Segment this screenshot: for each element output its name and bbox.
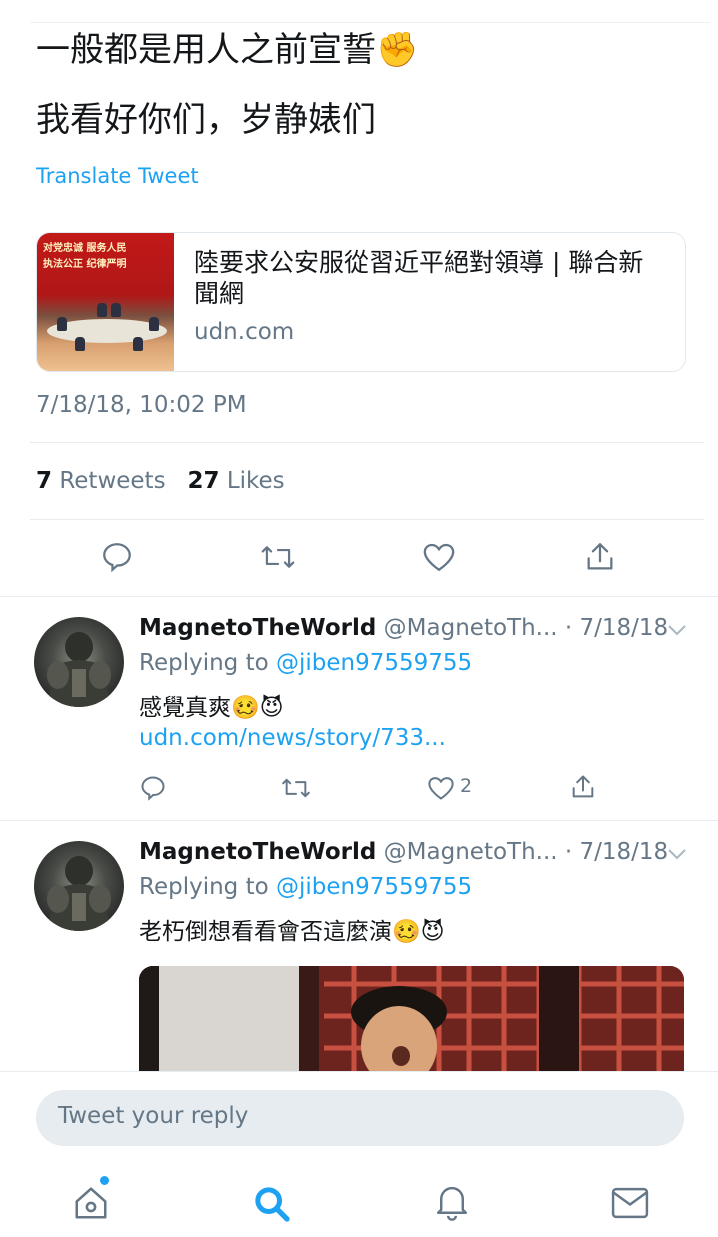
tweet-stats: 7 Retweets 27 Likes <box>36 468 285 494</box>
card-image-figure <box>75 337 85 351</box>
replying-to-handle[interactable]: @jiben97559755 <box>276 874 472 900</box>
retweet-icon[interactable] <box>260 540 296 574</box>
notifications-icon[interactable] <box>433 1182 471 1222</box>
replying-prefix: Replying to <box>139 650 269 676</box>
card-thumbnail: 对党忠诚 服务人民 执法公正 纪律严明 <box>37 233 174 371</box>
retweet-icon[interactable] <box>280 774 312 802</box>
card-image-figure <box>133 337 143 351</box>
card-title: 陸要求公安服從習近平絕對領導 | 聯合新聞網 <box>194 248 644 308</box>
like-icon[interactable] <box>427 775 455 801</box>
reply-text: 老朽倒想看看會否這麼演🥴😈 <box>139 919 445 945</box>
translate-tweet-link[interactable]: Translate Tweet <box>36 164 199 188</box>
share-icon[interactable] <box>583 540 617 574</box>
reply-placeholder: Tweet your reply <box>58 1103 249 1129</box>
card-domain: udn.com <box>194 319 295 345</box>
avatar[interactable] <box>34 617 124 707</box>
like-count: 2 <box>460 775 473 797</box>
new-content-dot <box>100 1176 109 1185</box>
display-name[interactable]: MagnetoTheWorld <box>139 839 376 865</box>
tweet-text-line-1: 一般都是用人之前宣誓✊ <box>36 30 419 70</box>
reply-header: MagnetoTheWorld @MagnetoTh... · 7/18/18 <box>139 839 668 865</box>
media-still <box>139 966 684 1076</box>
bottom-bar: Tweet your reply <box>0 1071 718 1237</box>
reply-header: MagnetoTheWorld @MagnetoTh... · 7/18/18 <box>139 615 668 641</box>
card-image-banner: 执法公正 纪律严明 <box>43 259 127 270</box>
tweet-timestamp: 7/18/18, 10:02 PM <box>36 392 247 418</box>
like-count[interactable]: 27 <box>188 468 220 494</box>
messages-icon[interactable] <box>610 1185 650 1221</box>
tweet-text-line-2: 我看好你们，岁静婊们 <box>36 100 376 140</box>
reply-input[interactable]: Tweet your reply <box>36 1090 684 1146</box>
search-icon[interactable] <box>252 1184 292 1224</box>
reply-icon[interactable] <box>139 774 167 802</box>
replying-prefix: Replying to <box>139 874 269 900</box>
replying-to-line: Replying to @jiben97559755 <box>139 874 472 900</box>
retweet-label[interactable]: Retweets <box>59 468 165 494</box>
like-icon[interactable] <box>422 541 456 573</box>
share-icon[interactable] <box>569 773 597 801</box>
reply-tweet[interactable]: MagnetoTheWorld @MagnetoTh... · 7/18/18 … <box>0 597 718 819</box>
avatar-figure <box>47 632 111 707</box>
handle-and-date: @MagnetoTh... · 7/18/18 <box>383 839 669 865</box>
reply-text: 感覺真爽🥴😈 <box>139 695 284 721</box>
chevron-down-icon[interactable] <box>666 623 688 637</box>
link-preview-card[interactable]: 对党忠诚 服务人民 执法公正 纪律严明 陸要求公安服從習近平絕對領導 | 聯合新… <box>36 232 686 372</box>
card-image-figure <box>149 317 159 331</box>
retweet-count[interactable]: 7 <box>36 468 52 494</box>
replying-to-handle[interactable]: @jiben97559755 <box>276 650 472 676</box>
card-image-figure <box>111 303 121 317</box>
reply-icon[interactable] <box>100 540 134 574</box>
avatar[interactable] <box>34 841 124 931</box>
like-label[interactable]: Likes <box>227 468 285 494</box>
divider <box>30 442 704 443</box>
display-name[interactable]: MagnetoTheWorld <box>139 615 376 641</box>
replying-to-line: Replying to @jiben97559755 <box>139 650 472 676</box>
chevron-down-icon[interactable] <box>666 847 688 861</box>
card-image-figure <box>57 317 67 331</box>
avatar-figure <box>47 856 111 931</box>
reply-media-image[interactable] <box>139 966 684 1076</box>
top-divider <box>30 22 710 23</box>
home-icon[interactable] <box>72 1184 110 1222</box>
card-image-banner: 对党忠诚 服务人民 <box>43 243 127 254</box>
divider <box>30 519 704 520</box>
card-image-figure <box>97 303 107 317</box>
handle-and-date: @MagnetoTh... · 7/18/18 <box>383 615 669 641</box>
reply-link[interactable]: udn.com/news/story/733... <box>139 725 446 751</box>
